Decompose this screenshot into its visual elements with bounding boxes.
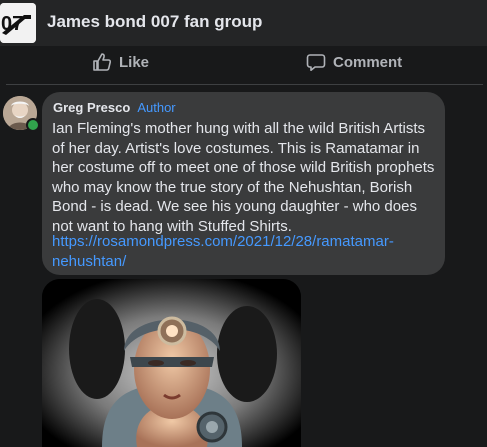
comment-link[interactable]: https://rosamondpress.com/2021/12/28/ram… [52,232,432,271]
author-badge: Author [137,100,176,115]
comment-text: Ian Fleming's mother hung with all the w… [52,120,435,235]
group-title[interactable]: James bond 007 fan group [47,12,262,32]
post-actions: Like Comment [0,46,487,82]
like-button[interactable]: Like [92,52,149,72]
thumbs-up-icon [93,53,112,71]
comment-author-line: Greg Presco Author [53,100,176,115]
comment-author-name[interactable]: Greg Presco [53,100,130,115]
group-avatar[interactable]: 07 [0,3,36,43]
comment-bubble: Greg Presco Author Ian Fleming's mother … [42,92,445,275]
actions-divider [6,84,483,85]
007-logo-icon: 07 [0,3,36,43]
comment-button[interactable]: Comment [306,52,402,72]
comment-photo[interactable] [42,279,301,447]
comment-label: Comment [333,53,403,71]
online-status-icon [26,118,40,132]
like-label: Like [119,53,150,71]
costumed-figure-image [42,279,301,447]
speech-bubble-icon [306,54,326,71]
group-header: 07 James bond 007 fan group [0,0,487,46]
